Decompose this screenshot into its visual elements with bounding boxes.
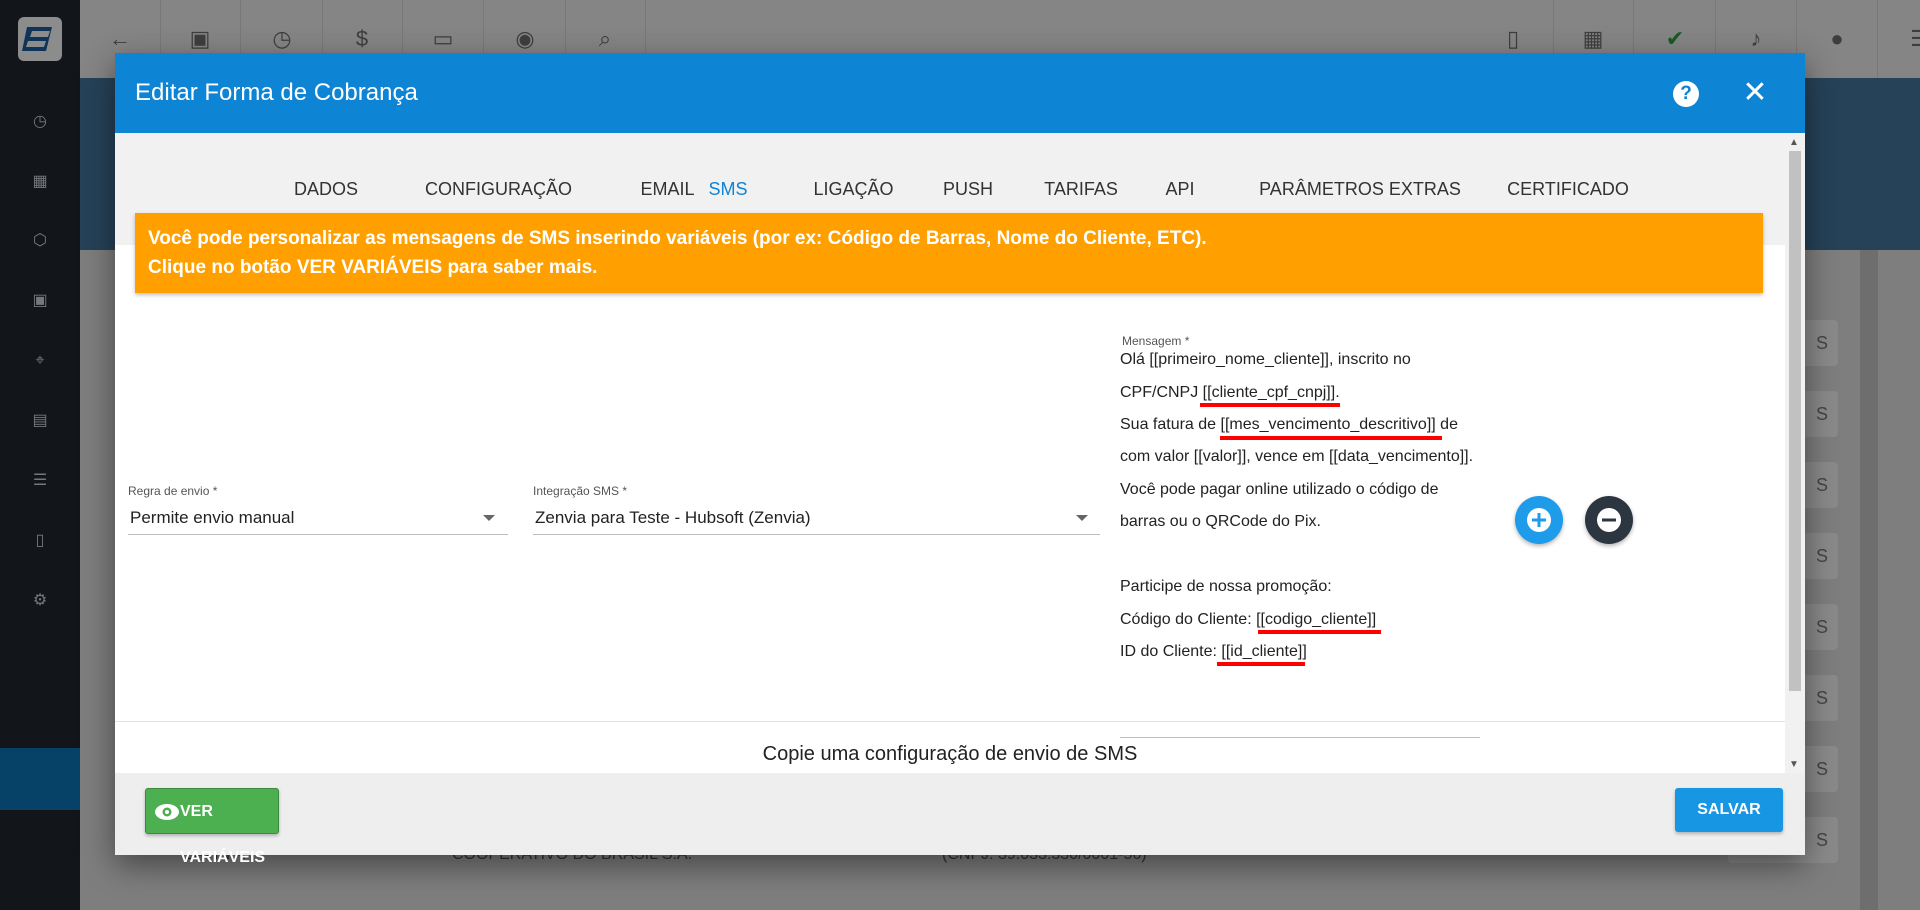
chevron-down-icon [483,515,495,521]
close-icon[interactable]: ✕ [1737,75,1773,111]
mensagem-label: Mensagem * [1122,334,1190,348]
regra-envio-value: Permite envio manual [130,508,295,527]
message-line: Você pode pagar online utilizado o códig… [1120,481,1439,498]
select-underline [128,534,508,535]
integracao-sms-select[interactable]: Zenvia para Teste - Hubsoft (Zenvia) [533,499,1100,535]
scrollbar-thumb[interactable] [1789,151,1801,691]
message-line: barras ou o QRCode do Pix. [1120,513,1321,530]
red-underline-annotation [1220,436,1442,440]
copy-config-title: Copie uma configuração de envio de SMS [762,743,1138,765]
ver-variaveis-label: VER VARIÁVEIS [180,803,266,866]
message-line: ID do Cliente: [[id_cliente]] [1120,643,1307,660]
remove-message-button[interactable] [1585,496,1633,544]
minus-icon [1597,508,1621,532]
red-underline-annotation [1200,403,1340,407]
textarea-underline [1120,737,1480,738]
save-button[interactable]: SALVAR [1675,788,1783,832]
integracao-sms-label: Integração SMS * [533,484,628,498]
scroll-down-icon[interactable]: ▼ [1789,759,1799,770]
alert-line-2: Clique no botão VER VARIÁVEIS para saber… [148,257,598,278]
alert-line-1: Você pode personalizar as mensagens de S… [148,228,1207,249]
red-underline-annotation [1217,662,1305,666]
select-underline [533,534,1100,535]
ver-variaveis-button[interactable]: VER VARIÁVEIS [145,788,279,866]
dialog-footer: VER VARIÁVEIS SALVAR [115,773,1805,866]
dialog-title: Editar Forma de Cobrança [135,79,418,106]
scroll-up-icon[interactable]: ▲ [1789,137,1799,148]
mensagem-textarea[interactable]: Olá [[primeiro_nome_cliente]], inscrito … [1120,351,1480,739]
red-underline-annotation [1258,630,1381,634]
dialog-header: Editar Forma de Cobrança ? ✕ [115,53,1805,133]
message-line: Sua fatura de [[mes_vencimento_descritiv… [1120,416,1458,433]
message-line: CPF/CNPJ [[cliente_cpf_cnpj]]. [1120,384,1340,401]
edit-billing-dialog: Editar Forma de Cobrança ? ✕ DADOS CONFI… [115,53,1805,866]
add-message-button[interactable] [1515,496,1563,544]
section-divider [115,721,1785,722]
sms-info-alert: Você pode personalizar as mensagens de S… [135,213,1763,293]
message-line: Olá [[primeiro_nome_cliente]], inscrito … [1120,351,1411,368]
dialog-scrollbar[interactable]: ▲ ▼ [1785,133,1805,773]
message-line: Código do Cliente: [[codigo_cliente]] [1120,611,1377,628]
message-line: com valor [[valor]], vence em [[data_ven… [1120,448,1474,465]
regra-envio-label: Regra de envio * [128,484,218,498]
regra-envio-select[interactable]: Permite envio manual [128,499,508,535]
message-line: Participe de nossa promoção: [1120,578,1332,595]
integracao-sms-value: Zenvia para Teste - Hubsoft (Zenvia) [535,508,811,527]
eye-icon [155,804,179,820]
chevron-down-icon [1076,515,1088,521]
plus-icon [1527,508,1551,532]
help-icon[interactable]: ? [1673,81,1699,107]
